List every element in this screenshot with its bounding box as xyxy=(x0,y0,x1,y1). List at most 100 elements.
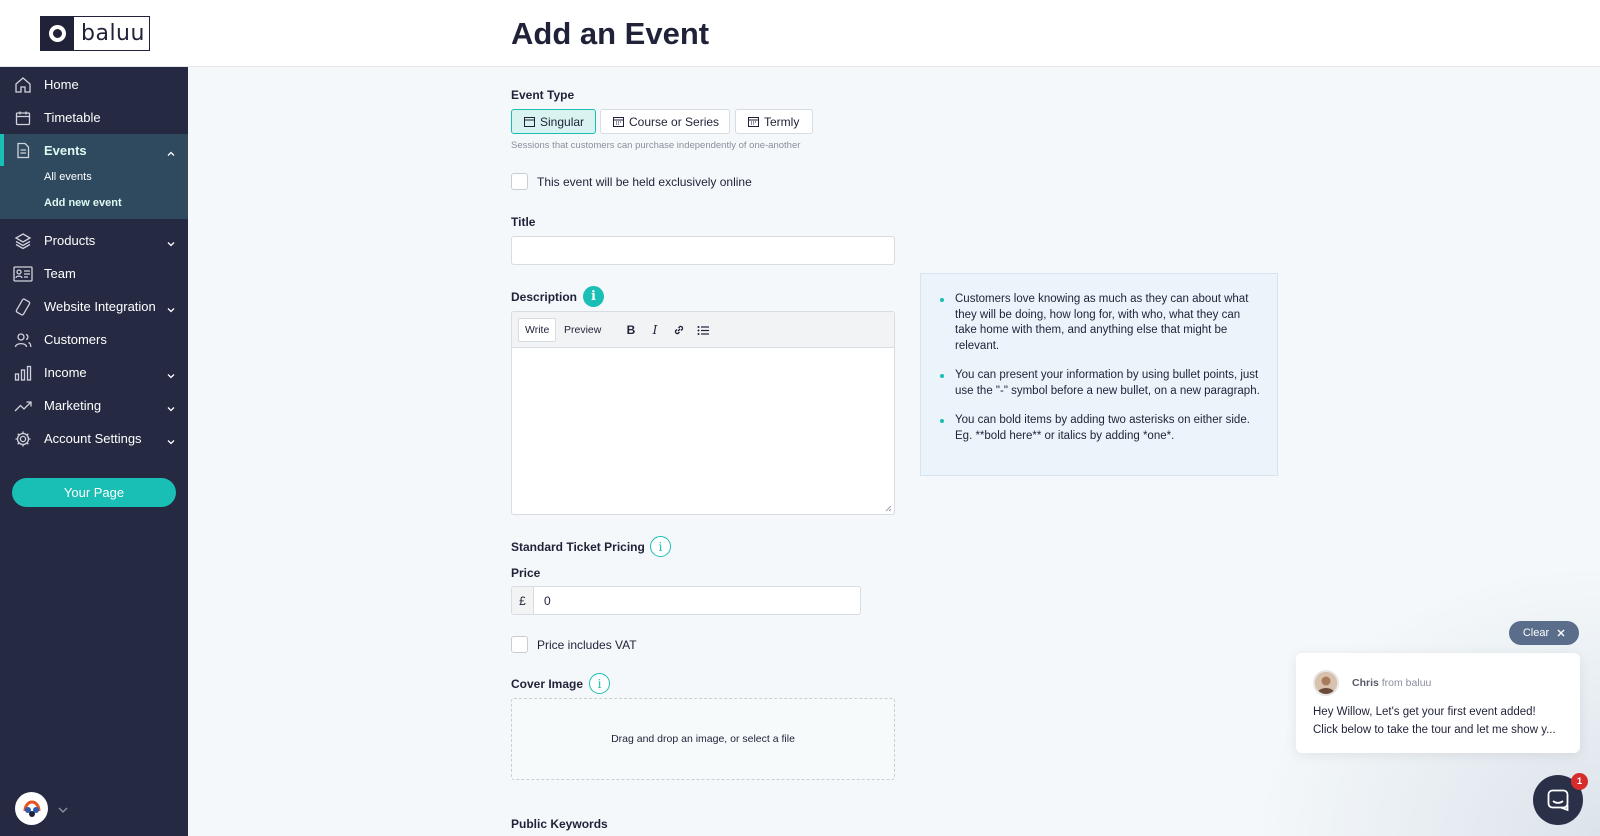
description-textarea[interactable] xyxy=(512,349,894,514)
sidebar-item-products[interactable]: Products xyxy=(0,224,188,257)
preview-tab[interactable]: Preview xyxy=(558,318,607,342)
sidebar-item-team[interactable]: Team xyxy=(0,257,188,290)
baluu-logo[interactable]: baluu xyxy=(40,16,150,51)
tip-item: You can present your information by usin… xyxy=(940,368,1265,399)
sidebar-item-label: Products xyxy=(44,233,96,248)
cover-image-dropzone[interactable]: Drag and drop an image, or select a file xyxy=(511,698,895,780)
close-icon xyxy=(1557,629,1565,637)
calendar-icon xyxy=(613,117,624,127)
chat-sender: Chris from baluu xyxy=(1352,677,1431,689)
chat-avatar xyxy=(1313,670,1339,696)
price-field: £ xyxy=(511,586,861,615)
event-type-singular-button[interactable]: Singular xyxy=(511,109,596,134)
chevron-down-icon xyxy=(166,236,176,246)
person-icon xyxy=(1315,672,1337,694)
sidebar-item-website-integration[interactable]: Website Integration xyxy=(0,290,188,323)
description-info-icon[interactable]: i xyxy=(583,286,604,307)
chevron-down-icon xyxy=(166,302,176,312)
notification-badge: 1 xyxy=(1571,773,1588,790)
chat-sender-org: from baluu xyxy=(1381,677,1432,689)
chevron-up-icon xyxy=(166,146,176,156)
description-editor: Write Preview B I xyxy=(511,311,895,515)
sidebar-item-income[interactable]: Income xyxy=(0,356,188,389)
cover-image-info-icon[interactable]: i xyxy=(589,673,610,694)
sidebar: Home Timetable Events All events Add new… xyxy=(0,67,188,836)
write-tab[interactable]: Write xyxy=(518,318,557,342)
users-icon xyxy=(13,330,33,350)
submenu-all-events[interactable]: All events xyxy=(44,171,92,183)
currency-prefix: £ xyxy=(512,587,534,614)
online-only-checkbox[interactable] xyxy=(511,173,528,190)
chevron-down-icon xyxy=(166,401,176,411)
vat-checkbox[interactable] xyxy=(511,636,528,653)
resize-handle-icon[interactable] xyxy=(885,505,892,512)
sidebar-item-marketing[interactable]: Marketing xyxy=(0,389,188,422)
sidebar-item-label: Website Integration xyxy=(44,299,156,314)
sidebar-item-events[interactable]: Events xyxy=(0,134,188,167)
description-tips-panel: Customers love knowing as much as they c… xyxy=(920,273,1278,476)
title-label: Title xyxy=(511,215,536,229)
sidebar-item-label: Income xyxy=(44,365,87,380)
trend-icon xyxy=(13,396,33,416)
sidebar-item-home[interactable]: Home xyxy=(0,68,188,101)
event-type-label-text: Singular xyxy=(540,114,585,129)
sidebar-item-account-settings[interactable]: Account Settings xyxy=(0,422,188,455)
sidebar-item-label: Marketing xyxy=(44,398,102,413)
description-label: Description xyxy=(511,290,578,304)
event-type-label-text: Termly xyxy=(764,114,800,129)
chevron-down-icon[interactable] xyxy=(57,803,69,821)
gear-icon xyxy=(13,429,33,449)
chevron-down-icon xyxy=(166,368,176,378)
document-icon xyxy=(13,141,33,161)
italic-icon[interactable]: I xyxy=(647,322,663,338)
sidebar-item-label: Timetable xyxy=(44,110,101,125)
avatar-logo-icon xyxy=(21,798,42,819)
event-type-course-button[interactable]: Course or Series xyxy=(600,109,730,134)
logo-text: baluu xyxy=(81,21,145,46)
tip-item: Customers love knowing as much as they c… xyxy=(940,292,1265,354)
vat-label: Price includes VAT xyxy=(537,638,637,652)
calendar-icon xyxy=(13,108,33,128)
sidebar-item-label: Home xyxy=(44,77,79,92)
chat-message-card[interactable]: Chris from baluu Hey Willow, Let's get y… xyxy=(1296,653,1580,753)
home-icon xyxy=(13,75,33,95)
bold-icon[interactable]: B xyxy=(623,322,639,338)
link-icon[interactable] xyxy=(671,322,687,338)
price-label: Price xyxy=(511,566,541,580)
pricing-info-icon[interactable]: i xyxy=(650,536,671,557)
events-submenu: All events Add new event xyxy=(0,166,188,219)
sidebar-item-customers[interactable]: Customers xyxy=(0,323,188,356)
tip-item: You can bold items by adding two asteris… xyxy=(940,413,1265,444)
calendar-icon xyxy=(524,117,535,127)
chat-message: Hey Willow, Let's get your first event a… xyxy=(1313,703,1568,739)
link-icon xyxy=(13,297,33,317)
account-avatar[interactable] xyxy=(15,792,48,825)
chat-icon xyxy=(1547,789,1569,812)
chat-line: Hey Willow, Let's get your first event a… xyxy=(1313,706,1536,718)
sidebar-item-timetable[interactable]: Timetable xyxy=(0,101,188,134)
pricing-label: Standard Ticket Pricing xyxy=(511,540,645,554)
clear-chat-button[interactable]: Clear xyxy=(1509,621,1579,645)
chat-line: Click below to take the tour and let me … xyxy=(1313,724,1556,736)
cover-image-label: Cover Image xyxy=(511,677,584,691)
clear-label: Clear xyxy=(1522,627,1550,639)
title-input[interactable] xyxy=(511,236,895,265)
sidebar-item-label: Account Settings xyxy=(44,431,142,446)
event-type-termly-button[interactable]: Termly xyxy=(735,109,813,134)
dropzone-text: Drag and drop an image, or select a file xyxy=(611,733,795,745)
sidebar-item-label: Events xyxy=(44,143,87,158)
logo-mark-icon xyxy=(41,17,74,50)
submenu-add-new-event[interactable]: Add new event xyxy=(44,197,122,209)
sidebar-item-label: Team xyxy=(44,266,76,281)
page-title: Add an Event xyxy=(511,16,710,51)
your-page-button[interactable]: Your Page xyxy=(12,478,176,507)
price-input[interactable] xyxy=(534,587,854,614)
editor-toolbar: Write Preview B I xyxy=(512,312,894,348)
event-type-hint: Sessions that customers can purchase ind… xyxy=(511,140,801,151)
public-keywords-label: Public Keywords xyxy=(511,817,608,831)
list-icon[interactable] xyxy=(695,322,711,338)
team-icon xyxy=(13,264,33,284)
sidebar-item-label: Customers xyxy=(44,332,107,347)
online-only-label: This event will be held exclusively onli… xyxy=(537,175,752,189)
event-type-label: Event Type xyxy=(511,88,575,102)
